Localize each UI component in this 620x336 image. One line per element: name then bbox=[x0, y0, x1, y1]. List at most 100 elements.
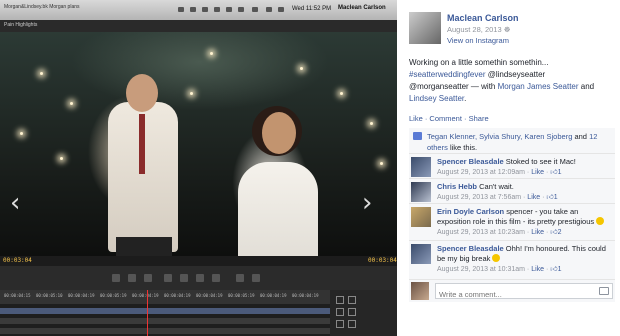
app-icon bbox=[202, 7, 208, 12]
menubar-clock: Wed 11:52 PM bbox=[292, 6, 332, 12]
audio-track[interactable] bbox=[0, 328, 330, 334]
timecode-duration: 00:03:04 bbox=[368, 257, 397, 264]
step-back-button[interactable] bbox=[164, 274, 172, 282]
app-icon bbox=[226, 7, 232, 12]
tool-palette bbox=[330, 290, 397, 336]
ruler-label: 00:00:05:19 bbox=[100, 293, 127, 298]
chevron-right-icon[interactable]: › bbox=[362, 188, 372, 218]
insert-button[interactable] bbox=[236, 274, 244, 282]
step-forward-button[interactable] bbox=[196, 274, 204, 282]
view-on-instagram-link[interactable]: View on Instagram bbox=[447, 36, 509, 45]
comment-like-count[interactable]: 1 bbox=[558, 266, 562, 273]
ruler-label: 00:00:04:19 bbox=[196, 293, 223, 298]
edit-tool-icon[interactable] bbox=[348, 296, 356, 304]
sparkler bbox=[370, 122, 373, 125]
post-period: . bbox=[464, 94, 467, 103]
sparkler bbox=[60, 157, 63, 160]
thumbs-up-icon: 👍︎ bbox=[550, 229, 558, 236]
timeline-tracks[interactable] bbox=[0, 304, 330, 336]
commenter-avatar[interactable] bbox=[411, 157, 431, 177]
razor-tool-icon[interactable] bbox=[336, 308, 344, 316]
comment-like-link[interactable]: Like bbox=[527, 194, 540, 201]
thumbs-up-icon: 👍︎ bbox=[550, 266, 558, 273]
comment-time[interactable]: August 29, 2013 at 12:09am bbox=[437, 169, 525, 176]
play-button[interactable] bbox=[180, 274, 188, 282]
select-tool-icon[interactable] bbox=[336, 296, 344, 304]
pen-tool-icon[interactable] bbox=[348, 320, 356, 328]
editor-viewer-header: Pain Highlights bbox=[0, 20, 397, 32]
comment-like-count[interactable]: 1 bbox=[558, 169, 562, 176]
with-text: — with bbox=[468, 82, 498, 91]
comment-item: Chris Hebb Can't wait. August 29, 2013 a… bbox=[409, 178, 615, 204]
comment-like-count[interactable]: 2 bbox=[558, 229, 562, 236]
comment-text: Can't wait. bbox=[479, 182, 514, 191]
loop-button[interactable] bbox=[212, 274, 220, 282]
comment-input[interactable] bbox=[436, 288, 589, 301]
post-text: Working on a little somethin somethin...… bbox=[409, 57, 615, 105]
comment-like-link[interactable]: Like bbox=[531, 229, 544, 236]
mark-button[interactable] bbox=[144, 274, 152, 282]
likers-link[interactable]: Tegan Klenner, Sylvia Shury, Karen Sjobe… bbox=[427, 132, 572, 141]
ruler-label: 00:00:04:15 bbox=[4, 293, 31, 298]
comment-like-link[interactable]: Like bbox=[531, 169, 544, 176]
sparkler bbox=[210, 52, 213, 55]
out-point-button[interactable] bbox=[128, 274, 136, 282]
commenter-avatar[interactable] bbox=[411, 207, 431, 227]
comment-input-box[interactable] bbox=[435, 283, 613, 301]
timeline-playhead[interactable] bbox=[147, 290, 148, 336]
ruler-label: 00:00:05:10 bbox=[36, 293, 63, 298]
comment-time[interactable]: August 29, 2013 at 10:23am bbox=[437, 229, 525, 236]
smiley-emoji-icon bbox=[492, 254, 501, 262]
post-tag2: @morganseatter bbox=[409, 82, 469, 91]
in-point-button[interactable] bbox=[112, 274, 120, 282]
post-actions[interactable]: Like · Comment · Share bbox=[409, 114, 489, 123]
menubar-tabs: Morgan&Lindsey.bk Morgan plans bbox=[4, 4, 80, 10]
comment-like-count[interactable]: 1 bbox=[554, 194, 558, 201]
menubar-user: Maclean Carlson bbox=[338, 5, 386, 11]
ruler-label: 00:00:04:19 bbox=[164, 293, 191, 298]
tagged-person-link[interactable]: Morgan James Seatter bbox=[498, 82, 579, 91]
transport-controls bbox=[0, 266, 397, 290]
commenter-name[interactable]: Spencer Bleasdale bbox=[437, 157, 504, 166]
comment-like-link[interactable]: Like bbox=[531, 266, 544, 273]
groom-head bbox=[126, 74, 158, 112]
commenter-avatar[interactable] bbox=[411, 182, 431, 202]
globe-icon: ☸ bbox=[503, 25, 511, 34]
comment-time[interactable]: August 29, 2013 at 7:56am bbox=[437, 194, 521, 201]
viewer-timecode-bar: 00:03:04 00:03:04 bbox=[0, 256, 397, 266]
likes-suffix: like this. bbox=[447, 143, 478, 152]
hashtag-link[interactable]: #seatterweddingfever bbox=[409, 70, 486, 79]
thumbs-up-icon bbox=[413, 132, 422, 140]
thumbs-up-icon: 👍︎ bbox=[550, 169, 558, 176]
comment-time[interactable]: August 29, 2013 at 10:31am bbox=[437, 266, 525, 273]
ruler-label: 00:00:04:19 bbox=[68, 293, 95, 298]
author-name-link[interactable]: Maclean Carlson bbox=[447, 13, 519, 23]
viewer-label: Pain Highlights bbox=[4, 22, 38, 28]
post-text-lead: Working on a little somethin somethin... bbox=[409, 58, 549, 67]
post-date-text: August 28, 2013 bbox=[447, 25, 502, 34]
chevron-left-icon[interactable]: ‹ bbox=[10, 188, 20, 218]
sparkler bbox=[190, 92, 193, 95]
author-avatar[interactable] bbox=[409, 12, 441, 44]
app-icon bbox=[238, 7, 244, 12]
sparkler bbox=[70, 102, 73, 105]
post-date[interactable]: August 28, 2013 ☸ bbox=[447, 25, 510, 34]
bride-head bbox=[262, 112, 296, 154]
overwrite-button[interactable] bbox=[252, 274, 260, 282]
video-track[interactable] bbox=[0, 308, 330, 314]
commenter-name[interactable]: Chris Hebb bbox=[437, 182, 477, 191]
comment-item: Erin Doyle Carlson spencer - you take an… bbox=[409, 203, 615, 241]
thumbs-up-icon: 👍︎ bbox=[546, 194, 554, 201]
app-icon bbox=[214, 7, 220, 12]
audio-track[interactable] bbox=[0, 318, 330, 324]
camera-icon[interactable] bbox=[599, 287, 609, 295]
hand-tool-icon[interactable] bbox=[336, 320, 344, 328]
video-frame bbox=[0, 32, 397, 289]
sparkler bbox=[20, 132, 23, 135]
zoom-tool-icon[interactable] bbox=[348, 308, 356, 316]
commenter-name[interactable]: Erin Doyle Carlson bbox=[437, 207, 504, 216]
comment-composer bbox=[409, 279, 615, 302]
commenter-avatar[interactable] bbox=[411, 244, 431, 264]
tagged-person-link[interactable]: Lindsey Seatter bbox=[409, 94, 464, 103]
commenter-name[interactable]: Spencer Bleasdale bbox=[437, 244, 504, 253]
